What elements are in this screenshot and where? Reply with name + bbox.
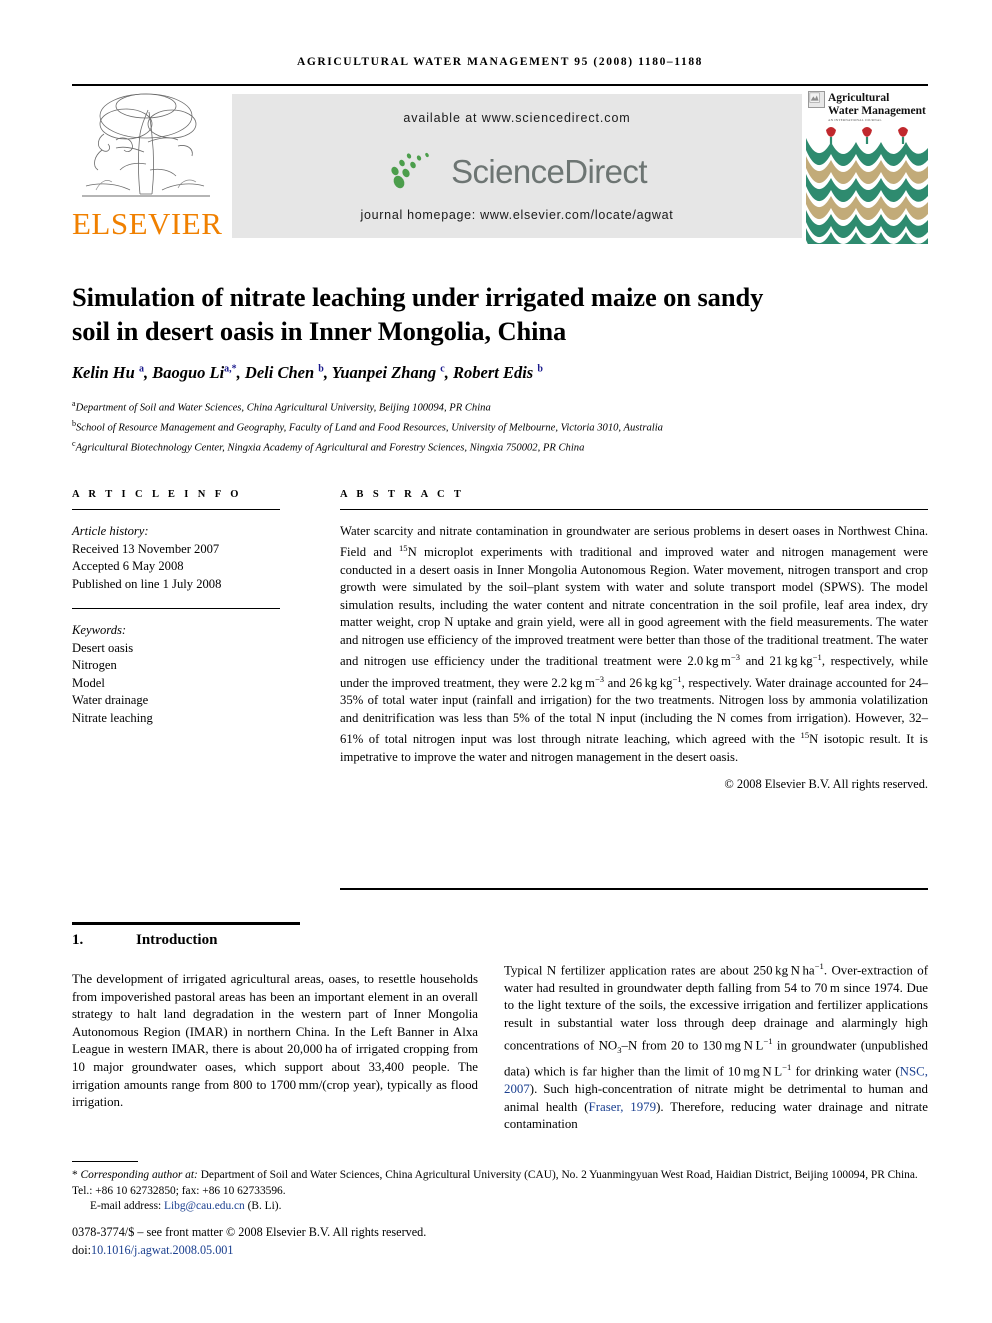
cover-mini-logo-icon: [808, 91, 825, 108]
article-history: Article history: Received 13 November 20…: [72, 523, 280, 593]
cover-subtitle: AN INTERNATIONAL JOURNAL: [828, 118, 882, 122]
doi-line: doi:10.1016/j.agwat.2008.05.001: [72, 1243, 928, 1258]
cover-title-line1: Agricultural: [828, 92, 890, 104]
section-title: Introduction: [136, 932, 218, 948]
email-note: E-mail address: Libg@cau.edu.cn (B. Li).: [90, 1200, 282, 1212]
affiliation-item: cAgricultural Biotechnology Center, Ning…: [72, 439, 585, 454]
keyword-item: Nitrogen: [72, 658, 117, 672]
header-rule: [72, 84, 928, 86]
masthead: ELSEVIER available at www.sciencedirect.…: [72, 88, 928, 244]
history-item: Accepted 6 May 2008: [72, 559, 184, 573]
article-history-label: Article history:: [72, 524, 149, 538]
page-title: Simulation of nitrate leaching under irr…: [72, 281, 764, 346]
abstract-bottom-rule: [340, 888, 928, 890]
doi-prefix: doi:: [72, 1243, 91, 1257]
corresponding-author-note: * Corresponding author at: Department of…: [72, 1169, 918, 1197]
body-left-column: The development of irrigated agricultura…: [72, 972, 478, 1110]
sciencedirect-wordmark: ScienceDirect: [451, 153, 647, 190]
section-number: 1.: [72, 932, 84, 948]
affiliation-list: aDepartment of Soil and Water Sciences, …: [72, 396, 922, 456]
cover-mini-glyph-icon: [809, 92, 820, 103]
running-head: AGRICULTURAL WATER MANAGEMENT 95 (2008) …: [296, 56, 704, 68]
journal-article-page: AGRICULTURAL WATER MANAGEMENT 95 (2008) …: [0, 0, 992, 1323]
keywords-block: Keywords: Desert oasis Nitrogen Model Wa…: [72, 622, 280, 727]
sciencedirect-leaf-icon: [391, 152, 429, 189]
footnote-rule: [72, 1161, 138, 1162]
sciencedirect-band: available at www.sciencedirect.com Scien…: [232, 94, 802, 238]
abstract-rule: [340, 509, 928, 510]
cover-artwork-icon: [806, 124, 928, 244]
abstract-copyright: © 2008 Elsevier B.V. All rights reserved…: [724, 777, 928, 792]
sciencedirect-logo[interactable]: ScienceDirect: [232, 146, 802, 198]
abstract-text: Water scarcity and nitrate contamination…: [340, 524, 929, 764]
keyword-item: Water drainage: [72, 693, 149, 707]
elsevier-wordmark: ELSEVIER: [72, 206, 223, 241]
cover-title-line2: Water Management: [828, 104, 926, 117]
history-item: Received 13 November 2007: [72, 541, 220, 556]
affiliation-item: bSchool of Resource Management and Geogr…: [72, 419, 663, 434]
journal-cover-thumbnail: Agricultural Water Management AN INTERNA…: [806, 88, 928, 244]
issn-copyright-line: 0378-3774/$ – see front matter © 2008 El…: [72, 1225, 427, 1239]
keyword-item: Nitrate leaching: [72, 710, 153, 725]
article-info-rule: [72, 509, 280, 510]
affiliation-item: aDepartment of Soil and Water Sciences, …: [72, 399, 491, 414]
history-item: Published on line 1 July 2008: [72, 576, 222, 591]
available-at-text: available at www.sciencedirect.com: [403, 111, 631, 125]
keyword-item: Model: [72, 675, 105, 690]
author-list: Kelin Hu a, Baoguo Lia,*, Deli Chen b, Y…: [72, 363, 543, 382]
elsevier-logo: ELSEVIER: [72, 88, 223, 244]
abstract-heading: A B S T R A C T: [340, 489, 465, 500]
cover-title: Agricultural Water Management: [828, 92, 926, 117]
elsevier-tree-icon: [78, 90, 214, 208]
abstract-column: A B S T R A C T Water scarcity and nitra…: [340, 489, 928, 792]
section-rule: [72, 922, 300, 926]
keywords-label: Keywords:: [72, 623, 127, 637]
doi-value[interactable]: 10.1016/j.agwat.2008.05.001: [91, 1243, 234, 1257]
journal-homepage-text[interactable]: journal homepage: www.elsevier.com/locat…: [232, 208, 802, 222]
keywords-rule: [72, 608, 280, 609]
body-right-column: Typical N fertilizer application rates a…: [504, 961, 929, 1132]
article-info-heading: A R T I C L E I N F O: [72, 489, 242, 500]
keyword-item: Desert oasis: [72, 640, 134, 655]
article-info-column: A R T I C L E I N F O Article history: R…: [72, 489, 280, 727]
